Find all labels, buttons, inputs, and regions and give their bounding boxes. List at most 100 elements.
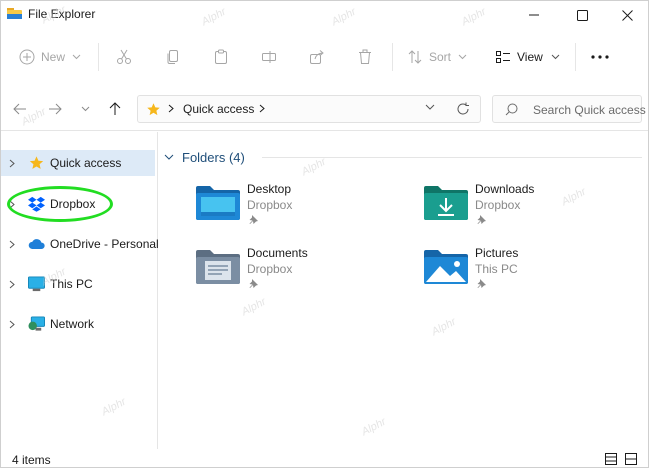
cut-button[interactable] — [116, 43, 132, 71]
maximize-button[interactable] — [559, 1, 605, 29]
pin-icon — [249, 215, 258, 224]
content-pane: Folders (4) Desktop Dropbox Downloads Dr… — [159, 132, 648, 449]
file-explorer-window: File Explorer New Sort View Quick access… — [0, 0, 649, 468]
close-icon — [621, 9, 633, 21]
new-label: New — [41, 50, 66, 64]
toolbar-separator — [392, 43, 393, 71]
pin-icon — [477, 279, 486, 288]
toolbar-separator — [575, 43, 576, 71]
view-toggle-group — [605, 453, 637, 465]
folder-name: Documents — [247, 246, 308, 260]
pin-icon — [249, 279, 258, 288]
monitor-icon — [28, 276, 45, 292]
sidebar-item-quick-access[interactable]: Quick access — [1, 150, 155, 176]
network-icon — [28, 316, 45, 331]
folder-tile-documents[interactable]: Documents Dropbox — [196, 246, 396, 306]
folder-name: Pictures — [475, 246, 519, 260]
highlight-circle — [7, 186, 113, 222]
toolbar-separator — [98, 43, 99, 71]
arrow-left-icon — [13, 103, 26, 115]
address-location: Quick access — [183, 102, 255, 116]
folder-tile-pictures[interactable]: Pictures This PC — [424, 246, 624, 306]
sort-button[interactable]: Sort — [407, 43, 467, 71]
status-bar: 4 items — [1, 449, 648, 467]
refresh-icon[interactable] — [456, 102, 470, 116]
scissors-icon — [117, 49, 131, 64]
copy-icon — [167, 50, 178, 64]
downloads-folder-icon — [424, 186, 468, 220]
more-options-button[interactable] — [591, 43, 609, 71]
close-button[interactable] — [604, 1, 648, 29]
minimize-button[interactable] — [511, 1, 557, 29]
address-row: Quick access Search Quick access — [1, 87, 648, 131]
details-view-icon[interactable] — [605, 453, 617, 465]
cloud-icon — [28, 239, 45, 249]
chevron-down-icon — [72, 54, 81, 60]
trash-icon — [359, 49, 371, 64]
clipboard-icon — [215, 49, 227, 64]
chevron-down-icon — [81, 106, 89, 112]
group-label: Folders (4) — [182, 149, 245, 165]
rename-icon — [262, 51, 276, 63]
folder-name: Downloads — [475, 182, 535, 196]
folder-location: Dropbox — [247, 198, 293, 212]
folder-location: This PC — [475, 262, 518, 276]
sidebar-item-network[interactable]: Network — [1, 311, 155, 337]
share-icon — [310, 50, 324, 64]
chevron-down-icon — [164, 154, 174, 160]
item-count: 4 items — [12, 453, 51, 467]
folder-app-icon — [7, 8, 22, 19]
sidebar-item-label: Network — [50, 317, 95, 331]
sort-icon — [408, 50, 422, 64]
ellipsis-icon — [591, 55, 609, 59]
arrow-right-icon — [49, 103, 62, 115]
window-title: File Explorer — [28, 7, 96, 21]
arrow-up-icon — [109, 102, 121, 115]
sidebar-item-label: Quick access — [50, 156, 122, 170]
folder-tile-desktop[interactable]: Desktop Dropbox — [196, 182, 396, 242]
sidebar-item-label: This PC — [50, 277, 93, 291]
tiles-view-icon[interactable] — [625, 453, 637, 465]
share-button[interactable] — [309, 43, 325, 71]
forward-button[interactable] — [44, 97, 66, 121]
view-button[interactable]: View — [495, 43, 560, 71]
copy-button[interactable] — [165, 43, 181, 71]
search-placeholder: Search Quick access — [533, 103, 646, 117]
documents-folder-icon — [196, 250, 240, 284]
delete-button[interactable] — [357, 43, 373, 71]
navigation-pane: Quick access Dropbox OneDrive - Personal… — [1, 132, 159, 449]
plus-circle-icon — [19, 49, 35, 65]
title-bar: File Explorer — [1, 1, 648, 29]
paste-button[interactable] — [213, 43, 229, 71]
chevron-right-icon — [9, 159, 15, 168]
address-bar[interactable]: Quick access — [137, 95, 481, 123]
up-button[interactable] — [104, 97, 126, 121]
back-button[interactable] — [9, 97, 31, 121]
sidebar-item-this-pc[interactable]: This PC — [1, 271, 155, 297]
chevron-down-icon[interactable] — [425, 104, 435, 111]
sort-label: Sort — [429, 50, 452, 64]
search-input[interactable]: Search Quick access — [492, 95, 646, 123]
search-icon — [505, 103, 518, 116]
chevron-down-icon — [551, 54, 560, 60]
command-bar: New Sort View — [1, 29, 648, 87]
recent-locations-button[interactable] — [74, 97, 96, 121]
group-divider — [262, 157, 642, 158]
star-icon — [29, 156, 44, 169]
folders-group-header[interactable]: Folders (4) — [164, 149, 245, 165]
chevron-down-icon — [458, 54, 467, 60]
view-label: View — [517, 50, 543, 64]
pin-icon — [477, 215, 486, 224]
chevron-right-icon — [9, 320, 15, 329]
minimize-icon — [529, 14, 539, 16]
folder-location: Dropbox — [247, 262, 293, 276]
new-button[interactable]: New — [19, 43, 81, 71]
rename-button[interactable] — [261, 43, 277, 71]
view-layout-icon — [496, 51, 510, 63]
folder-tile-downloads[interactable]: Downloads Dropbox — [424, 182, 624, 242]
chevron-right-icon — [9, 240, 15, 249]
sidebar-item-onedrive[interactable]: OneDrive - Personal — [1, 231, 159, 257]
star-icon — [147, 103, 160, 116]
desktop-folder-icon — [196, 186, 240, 220]
chevron-right-icon — [259, 104, 265, 113]
